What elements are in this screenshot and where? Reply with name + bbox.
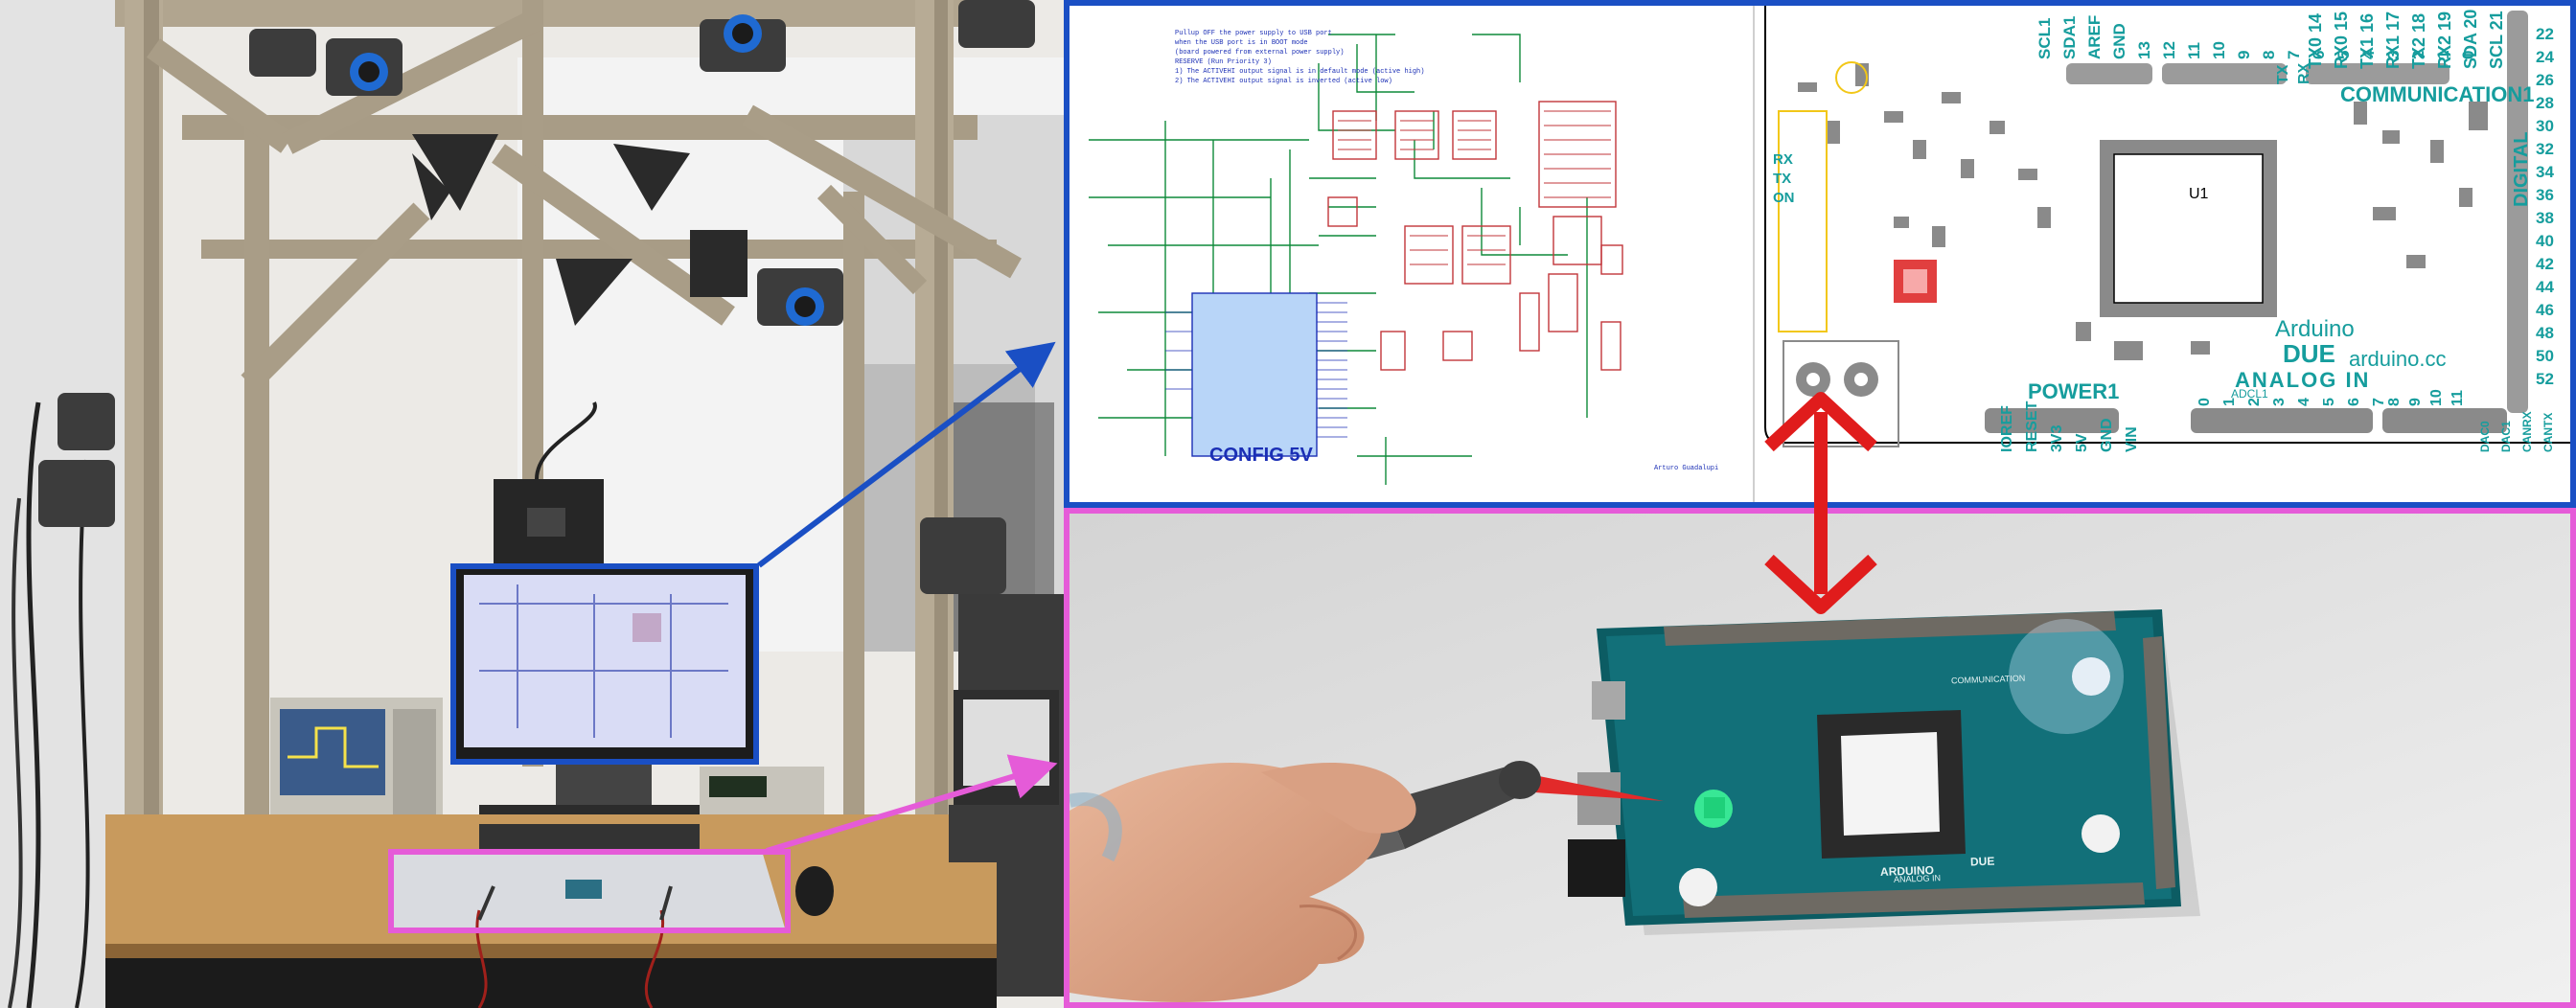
monitor-highlight-box	[450, 563, 759, 765]
composite-figure: Pullup OFF the power supply to USB port …	[0, 0, 2576, 1008]
svg-text:Arturo Guadalupi: Arturo Guadalupi	[1654, 465, 1718, 472]
config-label: CONFIG 5V	[1209, 445, 1313, 466]
pcb-digital-pin: 40	[2536, 232, 2554, 250]
pcb-analog-pin: 0	[2196, 398, 2213, 406]
pcb-communication-label: COMMUNICATION1	[2340, 82, 2535, 106]
pcb-analog-pin: 2	[2246, 398, 2263, 406]
probe-photo-illustration	[1070, 514, 2570, 1002]
pcb-digital-pin: 26	[2536, 71, 2554, 89]
pcb-digital-pin: 22	[2536, 25, 2554, 43]
pcb-digital-pin: 44	[2536, 278, 2554, 296]
svg-text:when the USB port is in BOOT m: when the USB port is in BOOT mode	[1175, 39, 1308, 47]
pcb-analog-pin: 10	[2428, 389, 2445, 406]
pcb-power-label: POWER1	[2028, 379, 2120, 403]
pcb-top-header-pin: 6	[2310, 50, 2328, 59]
pcb-analog-pin: 6	[2346, 398, 2362, 406]
pcb-digital-pin: 28	[2536, 94, 2554, 112]
pcb-u1-label: U1	[2189, 186, 2209, 202]
svg-text:1) The ACTIVEHI output signal: 1) The ACTIVEHI output signal is in defa…	[1175, 68, 1424, 76]
pcb-txrx-pin: TX	[2275, 64, 2291, 84]
pcb-uart-label: RX0 15	[2332, 11, 2351, 69]
pcb-board-model: DUE	[2283, 339, 2335, 368]
pcb-top-header-pin: 13	[2135, 41, 2153, 59]
pcb-side-label: RX	[1773, 151, 1793, 168]
svg-text:RESERVE (Run Priority 3): RESERVE (Run Priority 3)	[1175, 58, 1272, 66]
pcb-top-header-pin: 12	[2160, 41, 2178, 59]
pcb-top-header-pin: 10	[2210, 41, 2228, 59]
pcb-power-pin: IOREF	[1999, 405, 2015, 452]
svg-text:Pullup OFF the power supply to: Pullup OFF the power supply to USB port	[1175, 30, 1332, 37]
pcb-uart-label: SDA 20	[2461, 9, 2480, 69]
pcb-side-label: ON	[1773, 190, 1795, 206]
pcb-uart-label: TX2 18	[2409, 12, 2428, 69]
pcb-top-header-pin: 9	[2235, 50, 2253, 59]
pcb-digital-pin: 30	[2536, 117, 2554, 135]
pcb-top-header-pin: 0	[2459, 50, 2477, 59]
photo-board-analog: ANALOG IN	[1893, 873, 1942, 884]
photo-board-due: DUE	[1969, 854, 1995, 869]
pcb-digital-label: DIGITAL	[2511, 131, 2532, 207]
pcb-digital-pin: 42	[2536, 255, 2554, 273]
pcb-top-header-pin: 8	[2260, 50, 2278, 59]
schematic-drawing: Pullup OFF the power supply to USB port …	[1070, 6, 2570, 502]
pcb-top-header-pin: 11	[2185, 42, 2203, 59]
pcb-top-header-pin: SCL1	[2036, 17, 2054, 59]
pcb-side-label: TX	[1773, 171, 1792, 187]
svg-text:(board powered from external p: (board powered from external power suppl…	[1175, 49, 1344, 57]
pcb-power-pin: GND	[2099, 418, 2115, 452]
pcb-uart-label: RX2 19	[2435, 11, 2454, 69]
pcb-analog-pin: 8	[2386, 398, 2403, 406]
pcb-power-pin: RESET	[2024, 401, 2040, 452]
pcb-power-pin: VIN	[2124, 426, 2140, 452]
probe-photo-panel: ARDUINO DUE COMMUNICATION ANALOG IN	[1064, 508, 2576, 1008]
pcb-uart-label: TX0 14	[2306, 12, 2325, 69]
pcb-top-header-pin: AREF	[2085, 14, 2104, 59]
pcb-analog-pin: 9	[2407, 398, 2424, 406]
pcb-top-header-pin: SDA1	[2060, 15, 2079, 59]
pcb-site: arduino.cc	[2349, 347, 2447, 371]
pcb-top-header-pin: 2	[2409, 50, 2427, 59]
pcb-top-header-pin: 3	[2384, 50, 2403, 59]
pcb-digital-pin: 36	[2536, 186, 2554, 204]
pcb-dac-can-pin: DAC1	[2499, 421, 2513, 452]
schematic-panel: Pullup OFF the power supply to USB port …	[1064, 0, 2576, 508]
mat-highlight-box	[388, 849, 791, 933]
pcb-analog-pin: 5	[2321, 398, 2337, 406]
lab-photo	[0, 0, 1064, 1008]
pcb-digital-pin: 38	[2536, 209, 2554, 227]
pcb-uart-label: TX1 16	[2358, 12, 2377, 69]
pcb-uart-label: RX1 17	[2383, 11, 2403, 69]
pcb-power-pin: 3V3	[2049, 424, 2065, 452]
pcb-digital-pin: 52	[2536, 370, 2554, 388]
pcb-digital-pin: 24	[2536, 48, 2554, 66]
pcb-dac-can-pin: DAC0	[2478, 421, 2492, 452]
pcb-uart-label: SCL 21	[2487, 11, 2506, 69]
pcb-digital-pin: 48	[2536, 324, 2554, 342]
pcb-digital-pin: 46	[2536, 301, 2554, 319]
pcb-analog-pin: 3	[2271, 398, 2288, 406]
pcb-top-header-pin: 5	[2334, 50, 2353, 59]
pcb-dac-can-pin: CANRX	[2520, 411, 2534, 452]
pcb-digital-pin: 34	[2536, 163, 2554, 181]
pcb-top-header-pin: 7	[2285, 50, 2303, 59]
pcb-dac-can-pin: CANTX	[2542, 412, 2555, 452]
pcb-top-header-pin: 4	[2359, 50, 2378, 59]
svg-text:2) The ACTIVEHI output signal: 2) The ACTIVEHI output signal is inverte…	[1175, 78, 1392, 85]
pcb-digital-pin: 32	[2536, 140, 2554, 158]
pcb-top-header-pin: 1	[2434, 50, 2452, 59]
pcb-analog-pin: 11	[2450, 390, 2466, 406]
pcb-top-header-pin: GND	[2110, 23, 2128, 59]
pcb-power-pin: 5V	[2074, 433, 2090, 452]
pcb-digital-pin: 50	[2536, 347, 2554, 365]
pcb-analog-pin: 4	[2296, 398, 2312, 406]
pcb-txrx-pin: RX	[2296, 62, 2312, 84]
pcb-analog-pin: 1	[2221, 398, 2238, 406]
